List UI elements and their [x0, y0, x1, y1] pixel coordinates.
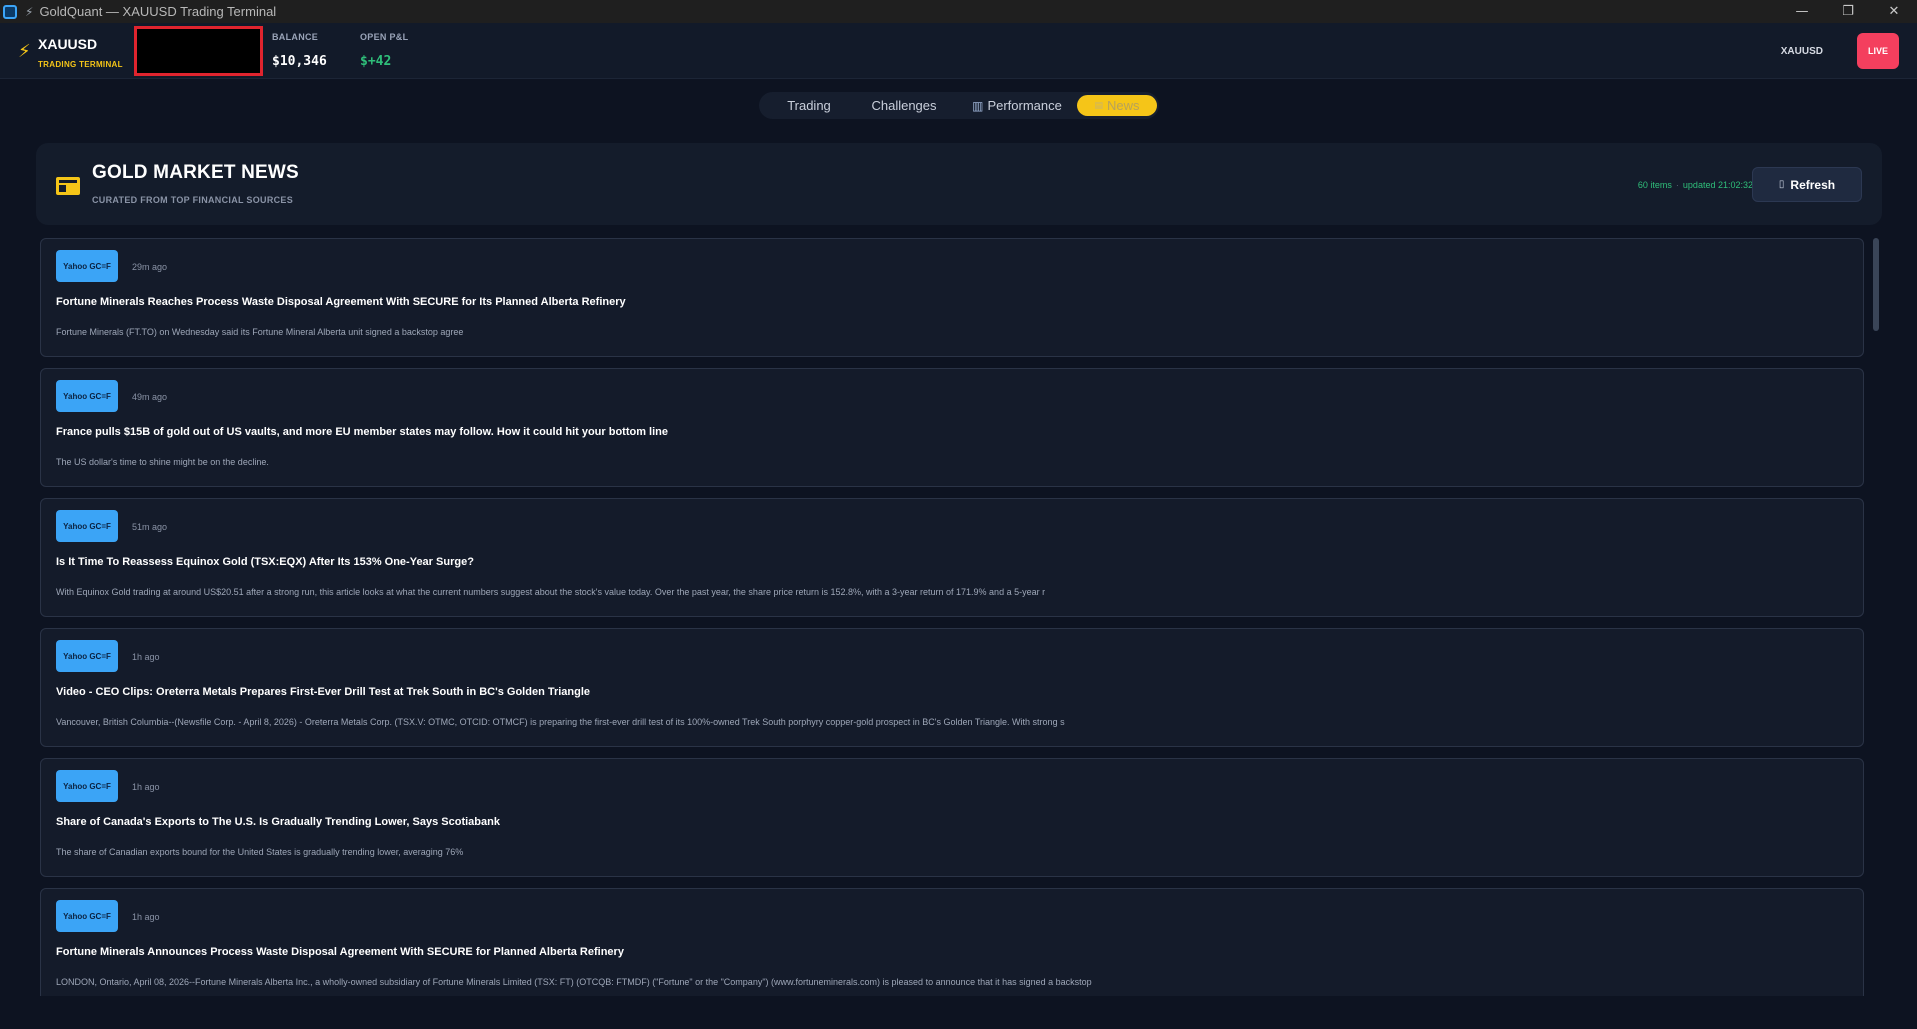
news-list[interactable]: Yahoo GC=F 29m ago Fortune Minerals Reac…: [40, 238, 1864, 996]
news-item[interactable]: Yahoo GC=F 29m ago Fortune Minerals Reac…: [40, 238, 1864, 357]
tab-label: Trading: [787, 98, 831, 113]
updated-time: updated 21:02:32: [1682, 180, 1753, 190]
close-button[interactable]: ✕: [1871, 0, 1917, 23]
news-item[interactable]: Yahoo GC=F 49m ago France pulls $15B of …: [40, 368, 1864, 487]
news-headline[interactable]: Fortune Minerals Announces Process Waste…: [56, 946, 624, 958]
redacted-region: [134, 26, 263, 76]
news-summary: With Equinox Gold trading at around US$2…: [56, 587, 1046, 597]
window-title: GoldQuant — XAUUSD Trading Terminal: [39, 4, 277, 19]
tab-label: Challenges: [871, 98, 937, 113]
news-summary: The US dollar's time to shine might be o…: [56, 457, 269, 467]
news-headline[interactable]: France pulls $15B of gold out of US vaul…: [56, 426, 668, 438]
news-time: 49m ago: [132, 392, 168, 402]
news-meta: 60 items · updated 21:02:32: [1637, 180, 1753, 190]
newspaper-icon: [56, 177, 80, 195]
lightning-icon: ⚡: [18, 41, 31, 62]
main-tabs: Trading Challenges ▥ Performance ▤ News: [759, 92, 1159, 119]
tab-label: Performance: [987, 98, 1062, 113]
pnl-stat: OPEN P&L $+42: [360, 32, 408, 69]
news-headline[interactable]: Video - CEO Clips: Oreterra Metals Prepa…: [56, 686, 590, 698]
news-time: 51m ago: [132, 522, 168, 532]
live-button[interactable]: LIVE: [1857, 33, 1899, 69]
bar-chart-icon: ▥: [972, 98, 984, 113]
app-header: ⚡ XAUUSD TRADING TERMINAL BALANCE $10,34…: [0, 23, 1917, 79]
item-count: 60 items: [1637, 180, 1672, 190]
news-headline[interactable]: Is It Time To Reassess Equinox Gold (TSX…: [56, 556, 474, 568]
scrollbar-thumb[interactable]: [1873, 238, 1879, 331]
tab-trading[interactable]: Trading: [767, 92, 851, 119]
balance-value: $10,346: [272, 54, 327, 69]
news-headline[interactable]: Fortune Minerals Reaches Process Waste D…: [56, 296, 626, 308]
maximize-button[interactable]: ❐: [1825, 0, 1871, 23]
refresh-label: Refresh: [1790, 177, 1836, 192]
tab-challenges[interactable]: Challenges: [857, 92, 951, 119]
news-summary: Vancouver, British Columbia--(Newsfile C…: [56, 717, 1065, 727]
window-titlebar: ⚡ GoldQuant — XAUUSD Trading Terminal — …: [0, 0, 1917, 23]
news-summary: The share of Canadian exports bound for …: [56, 847, 464, 857]
refresh-icon: ▯: [1778, 179, 1785, 190]
news-summary: Fortune Minerals (FT.TO) on Wednesday sa…: [56, 327, 464, 337]
app-icon: [3, 4, 17, 19]
symbol-indicator: XAUUSD: [1780, 46, 1823, 57]
balance-label: BALANCE: [272, 32, 319, 42]
news-item[interactable]: Yahoo GC=F 1h ago Share of Canada's Expo…: [40, 758, 1864, 877]
news-time: 1h ago: [132, 782, 160, 792]
panel-subtitle: CURATED FROM TOP FINANCIAL SOURCES: [92, 195, 294, 205]
news-item[interactable]: Yahoo GC=F 1h ago Fortune Minerals Annou…: [40, 888, 1864, 996]
panel-title: GOLD MARKET NEWS: [92, 162, 299, 183]
news-scrollbar[interactable]: [1872, 238, 1880, 996]
source-badge: Yahoo GC=F: [56, 770, 118, 802]
minimize-button[interactable]: —: [1779, 0, 1825, 23]
news-time: 29m ago: [132, 262, 168, 272]
source-badge: Yahoo GC=F: [56, 510, 118, 542]
source-badge: Yahoo GC=F: [56, 250, 118, 282]
news-time: 1h ago: [132, 912, 160, 922]
balance-stat: BALANCE $10,346: [272, 32, 327, 69]
news-item[interactable]: Yahoo GC=F 1h ago Video - CEO Clips: Ore…: [40, 628, 1864, 747]
pnl-label: OPEN P&L: [360, 32, 409, 42]
refresh-button[interactable]: ▯ Refresh: [1752, 167, 1862, 202]
news-summary: LONDON, Ontario, April 08, 2026--Fortune…: [56, 977, 1092, 987]
news-headline[interactable]: Share of Canada's Exports to The U.S. Is…: [56, 816, 500, 828]
pnl-value: $+42: [360, 54, 392, 69]
newspaper-icon: ▤: [1094, 100, 1103, 111]
news-panel-header: GOLD MARKET NEWS CURATED FROM TOP FINANC…: [36, 143, 1882, 225]
source-badge: Yahoo GC=F: [56, 900, 118, 932]
source-badge: Yahoo GC=F: [56, 380, 118, 412]
tab-performance[interactable]: ▥ Performance: [957, 92, 1077, 119]
brand-symbol: XAUUSD: [38, 36, 98, 52]
brand-subtitle: TRADING TERMINAL: [38, 60, 123, 69]
tab-label: News: [1107, 98, 1140, 113]
tab-news[interactable]: ▤ News: [1077, 95, 1157, 116]
source-badge: Yahoo GC=F: [56, 640, 118, 672]
news-item[interactable]: Yahoo GC=F 51m ago Is It Time To Reasses…: [40, 498, 1864, 617]
lightning-icon: ⚡: [25, 4, 34, 19]
news-time: 1h ago: [132, 652, 160, 662]
